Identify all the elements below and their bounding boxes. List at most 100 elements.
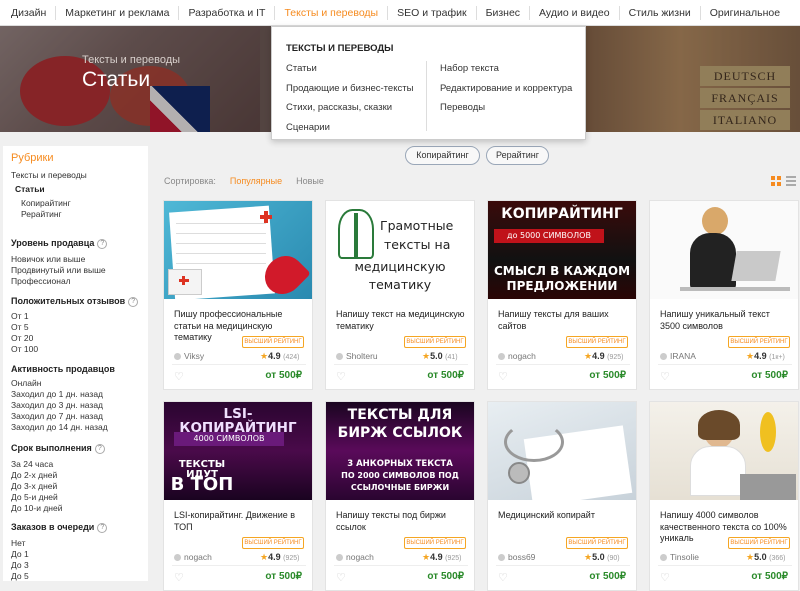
dropdown-item[interactable]: Переводы [440, 102, 572, 122]
heart-icon[interactable]: ♡ [336, 370, 346, 383]
gig-card[interactable]: Грамотные тексты на медицинскую тематику… [325, 200, 475, 390]
heart-icon[interactable]: ♡ [660, 370, 670, 383]
gig-card[interactable]: Медицинский копирайт ВЫСШИЙ РЕЙТИНГ boss… [487, 401, 637, 591]
gig-image[interactable]: КОПИРАЙТИНГ до 5000 СИМВОЛОВ СМЫСЛ В КАЖ… [488, 201, 636, 299]
filter-option[interactable]: От 1 [11, 311, 29, 321]
seller[interactable]: Tinsolie [660, 552, 699, 562]
nav-texts[interactable]: Тексты и переводы [275, 5, 389, 20]
seller[interactable]: IRANA [660, 351, 696, 361]
nav-original[interactable]: Оригинальное [701, 6, 789, 20]
seller[interactable]: nogach [174, 552, 212, 562]
seller-name[interactable]: boss69 [508, 552, 535, 562]
filter-option[interactable]: Заходил до 1 дн. назад [11, 389, 103, 399]
nav-business[interactable]: Бизнес [477, 5, 531, 20]
filter-option[interactable]: Заходил до 3 дн. назад [11, 400, 103, 410]
filter-option[interactable]: До 5-и дней [11, 492, 58, 502]
tag-rewriting[interactable]: Рерайтинг [486, 146, 549, 165]
filter-option[interactable]: От 5 [11, 322, 29, 332]
filter-option[interactable]: До 10-и дней [11, 503, 62, 513]
gig-card[interactable]: Напишу уникальный текст 3500 символов ВЫ… [649, 200, 799, 390]
filter-option[interactable]: Онлайн [11, 378, 41, 388]
nav-design[interactable]: Дизайн [2, 5, 57, 20]
filter-option[interactable]: До 5 [11, 571, 29, 581]
seller-name[interactable]: nogach [346, 552, 374, 562]
dropdown-item[interactable]: Редактирование и корректура [440, 83, 572, 103]
seller[interactable]: boss69 [498, 552, 535, 562]
dropdown-item[interactable]: Статьи [286, 63, 413, 83]
filter-option[interactable]: Нет [11, 538, 25, 548]
help-icon[interactable]: ? [97, 238, 108, 249]
heart-icon[interactable]: ♡ [660, 571, 670, 584]
tag-copywriting[interactable]: Копирайтинг [405, 146, 480, 165]
gig-image[interactable] [650, 402, 798, 500]
help-icon[interactable]: ? [97, 522, 108, 533]
seller-name[interactable]: Tinsolie [670, 552, 699, 562]
price: от 500₽ [751, 571, 788, 582]
dropdown-item[interactable]: Стихи, рассказы, сказки [286, 102, 413, 122]
sort-popular[interactable]: Популярные [230, 176, 282, 186]
gig-title[interactable]: Напишу тексты для ваших сайтов [498, 309, 630, 332]
gig-title[interactable]: Медицинский копирайт [498, 510, 630, 522]
dropdown-item[interactable]: Набор текста [440, 63, 572, 83]
seller-name[interactable]: Sholteru [346, 351, 378, 361]
seller[interactable]: Viksy [174, 351, 204, 361]
rubric-link[interactable]: Копирайтинг [21, 198, 71, 208]
heart-icon[interactable]: ♡ [498, 571, 508, 584]
rubric-link[interactable]: Тексты и переводы [11, 170, 87, 180]
dropdown-item[interactable]: Сценарии [286, 122, 413, 142]
filter-option[interactable]: До 2-х дней [11, 470, 57, 480]
heart-icon[interactable]: ♡ [336, 571, 346, 584]
help-icon[interactable]: ? [128, 296, 139, 307]
nav-marketing[interactable]: Маркетинг и реклама [56, 5, 180, 20]
filter-option[interactable]: До 1 [11, 549, 29, 559]
filter-option[interactable]: От 100 [11, 344, 38, 354]
gig-title[interactable]: Напишу текст на медицинскую тематику [336, 309, 468, 332]
seller-name[interactable]: nogach [508, 351, 536, 361]
seller[interactable]: Sholteru [336, 351, 378, 361]
list-view-icon[interactable] [786, 176, 796, 186]
gig-image[interactable] [488, 402, 636, 500]
gig-image[interactable]: Грамотные тексты на медицинскую тематику [326, 201, 474, 299]
nav-development[interactable]: Разработка и IT [179, 5, 276, 20]
gig-image[interactable]: LSI-КОПИРАЙТИНГ 4000 СИМВОЛОВ ТЕКСТЫ ИДУ… [164, 402, 312, 500]
seller-name[interactable]: Viksy [184, 351, 204, 361]
gig-card[interactable]: ТЕКСТЫ ДЛЯ БИРЖ ССЫЛОК 3 АНКОРНЫХ ТЕКСТА… [325, 401, 475, 591]
filter-option[interactable]: Продвинутый или выше [11, 265, 106, 275]
gig-image[interactable] [164, 201, 312, 299]
gig-title[interactable]: Напишу тексты под биржи ссылок [336, 510, 468, 533]
filter-option[interactable]: От 20 [11, 333, 33, 343]
reviews-count: (1к+) [769, 354, 785, 361]
filter-option[interactable]: За 24 часа [11, 459, 53, 469]
gig-card[interactable]: Напишу 4000 символов качественного текст… [649, 401, 799, 591]
seller-name[interactable]: IRANA [670, 351, 696, 361]
gig-image[interactable]: ТЕКСТЫ ДЛЯ БИРЖ ССЫЛОК 3 АНКОРНЫХ ТЕКСТА… [326, 402, 474, 500]
nav-lifestyle[interactable]: Стиль жизни [620, 5, 701, 20]
dropdown-item[interactable]: Продающие и бизнес-тексты [286, 83, 413, 103]
nav-audio-video[interactable]: Аудио и видео [530, 5, 620, 20]
filter-option[interactable]: Заходил до 7 дн. назад [11, 411, 103, 421]
filter-option[interactable]: Профессионал [11, 276, 71, 286]
breadcrumb[interactable]: Тексты и переводы [82, 54, 180, 66]
rubric-link-active[interactable]: Статьи [15, 184, 45, 194]
gig-card[interactable]: Пишу профессиональные статьи на медицинс… [163, 200, 313, 390]
gig-title[interactable]: Напишу уникальный текст 3500 символов [660, 309, 792, 332]
seller[interactable]: nogach [498, 351, 536, 361]
filter-option[interactable]: Заходил до 14 дн. назад [11, 422, 108, 432]
gig-card[interactable]: LSI-КОПИРАЙТИНГ 4000 СИМВОЛОВ ТЕКСТЫ ИДУ… [163, 401, 313, 591]
nav-seo[interactable]: SEO и трафик [388, 5, 477, 20]
gig-title[interactable]: LSI-копирайтинг. Движение в ТОП [174, 510, 306, 533]
heart-icon[interactable]: ♡ [174, 370, 184, 383]
filter-option[interactable]: До 3-х дней [11, 481, 57, 491]
gig-card[interactable]: КОПИРАЙТИНГ до 5000 СИМВОЛОВ СМЫСЛ В КАЖ… [487, 200, 637, 390]
heart-icon[interactable]: ♡ [174, 571, 184, 584]
heart-icon[interactable]: ♡ [498, 370, 508, 383]
rubric-link[interactable]: Рерайтинг [21, 209, 62, 219]
seller[interactable]: nogach [336, 552, 374, 562]
grid-view-icon[interactable] [771, 176, 781, 186]
sort-new[interactable]: Новые [296, 176, 324, 186]
gig-image[interactable] [650, 201, 798, 299]
seller-name[interactable]: nogach [184, 552, 212, 562]
filter-option[interactable]: Новичок или выше [11, 254, 85, 264]
help-icon[interactable]: ? [94, 443, 105, 454]
filter-option[interactable]: До 3 [11, 560, 29, 570]
